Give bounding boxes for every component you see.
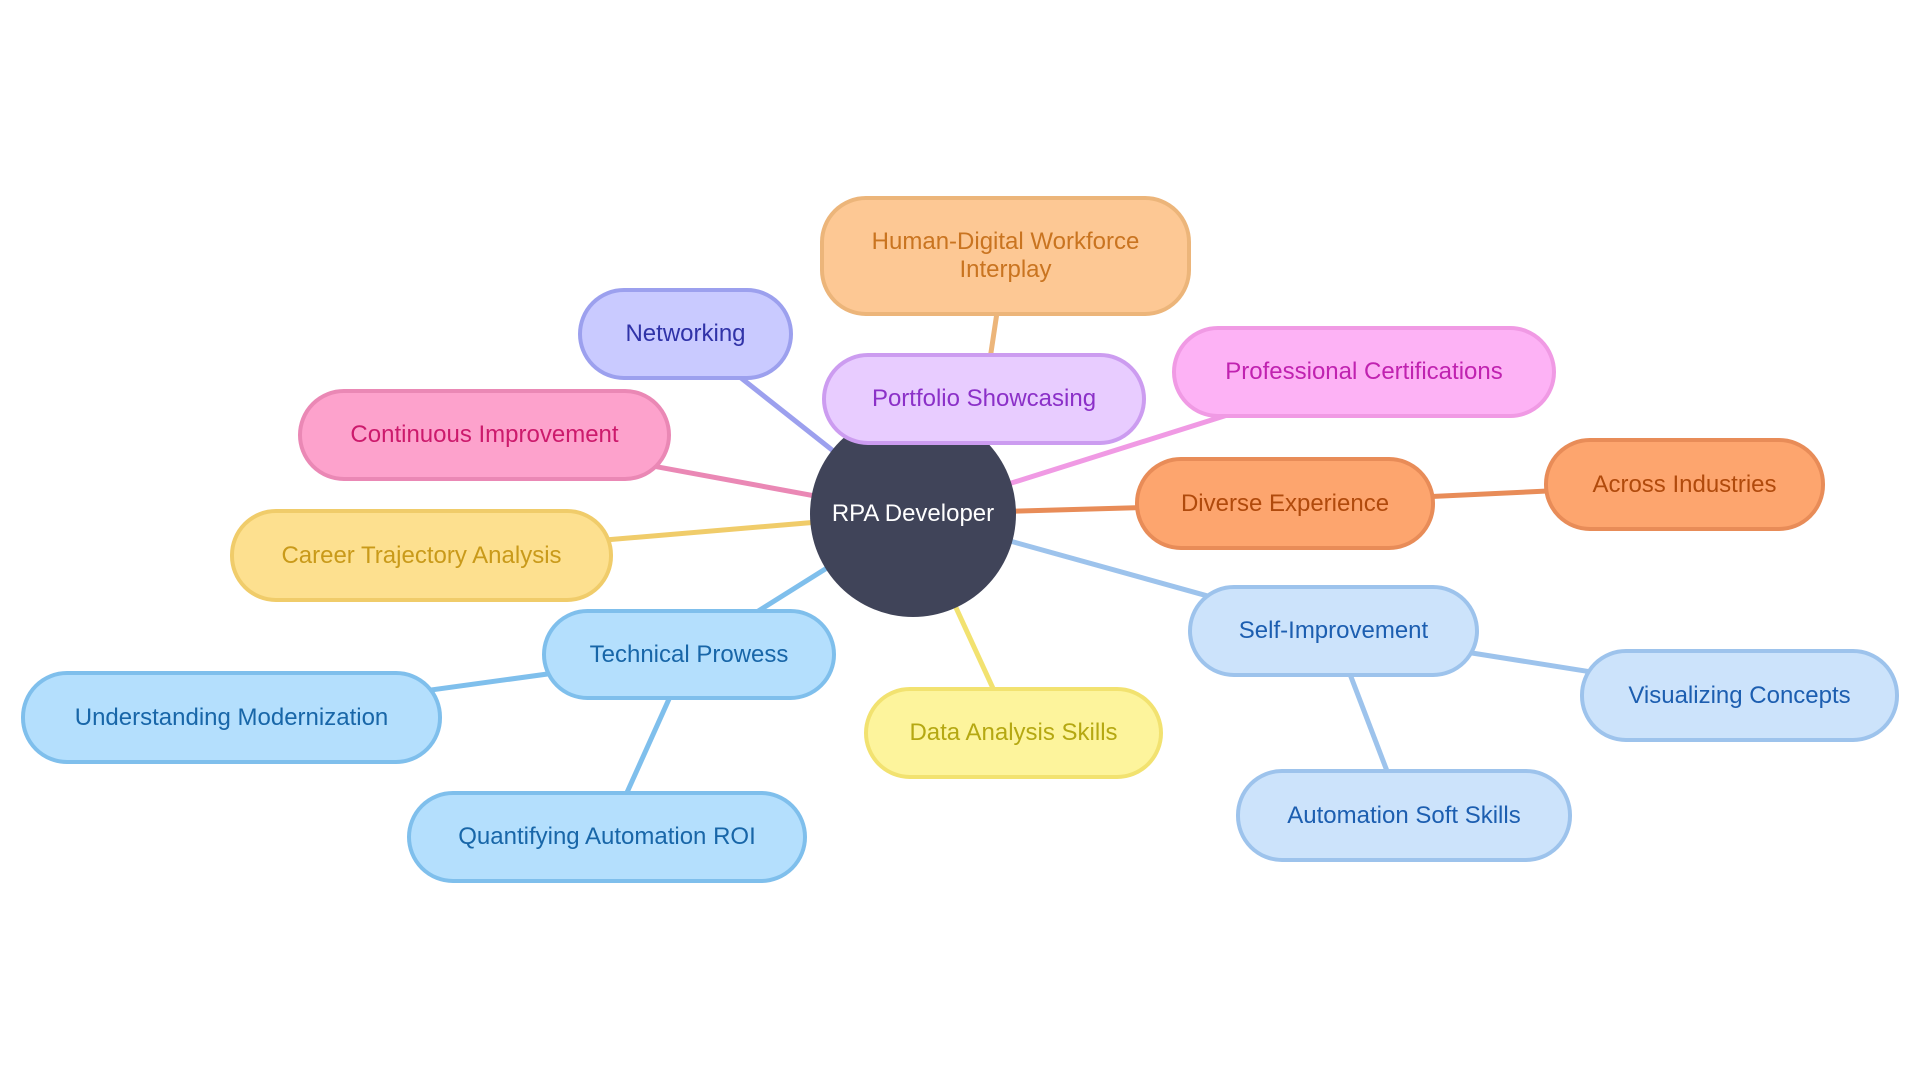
node-label: Visualizing Concepts	[1628, 681, 1851, 709]
node-visualizing-concepts[interactable]: Visualizing Concepts	[1580, 649, 1899, 742]
node-quantifying-automation-roi[interactable]: Quantifying Automation ROI	[407, 791, 807, 883]
node-diverse-experience[interactable]: Diverse Experience	[1135, 457, 1435, 550]
node-label: Career Trajectory Analysis	[281, 541, 562, 569]
node-portfolio-showcasing[interactable]: Portfolio Showcasing	[822, 353, 1146, 445]
node-label: Continuous Improvement	[350, 421, 619, 448]
node-career-trajectory-analysis[interactable]: Career Trajectory Analysis	[230, 509, 613, 602]
node-professional-certifications[interactable]: Professional Certifications	[1172, 326, 1556, 418]
node-human-digital-workforce-interplay[interactable]: Human-Digital Workforce Interplay	[820, 196, 1191, 316]
node-technical-prowess[interactable]: Technical Prowess	[542, 609, 836, 700]
node-label: Portfolio Showcasing	[871, 385, 1097, 412]
root-label: RPA Developer	[831, 500, 995, 527]
node-understanding-modernization[interactable]: Understanding Modernization	[21, 671, 442, 764]
node-label: Across Industries	[1592, 470, 1777, 498]
node-label: Automation Soft Skills	[1287, 801, 1521, 829]
node-label: Human-Digital Workforce Interplay	[871, 228, 1140, 283]
node-self-improvement[interactable]: Self-Improvement	[1188, 585, 1479, 677]
node-automation-soft-skills[interactable]: Automation Soft Skills	[1236, 769, 1572, 862]
node-label: Quantifying Automation ROI	[458, 823, 756, 850]
node-label: Self-Improvement	[1238, 617, 1429, 644]
node-label: Data Analysis Skills	[909, 719, 1118, 746]
node-label: Understanding Modernization	[74, 703, 389, 731]
node-label: Technical Prowess	[589, 640, 789, 668]
node-data-analysis-skills[interactable]: Data Analysis Skills	[864, 687, 1163, 779]
node-continuous-improvement[interactable]: Continuous Improvement	[298, 389, 671, 481]
node-label: Diverse Experience	[1180, 489, 1390, 517]
node-across-industries[interactable]: Across Industries	[1544, 438, 1825, 531]
node-networking[interactable]: Networking	[578, 288, 793, 380]
node-label: Professional Certifications	[1225, 358, 1503, 385]
node-label: Networking	[625, 320, 746, 347]
